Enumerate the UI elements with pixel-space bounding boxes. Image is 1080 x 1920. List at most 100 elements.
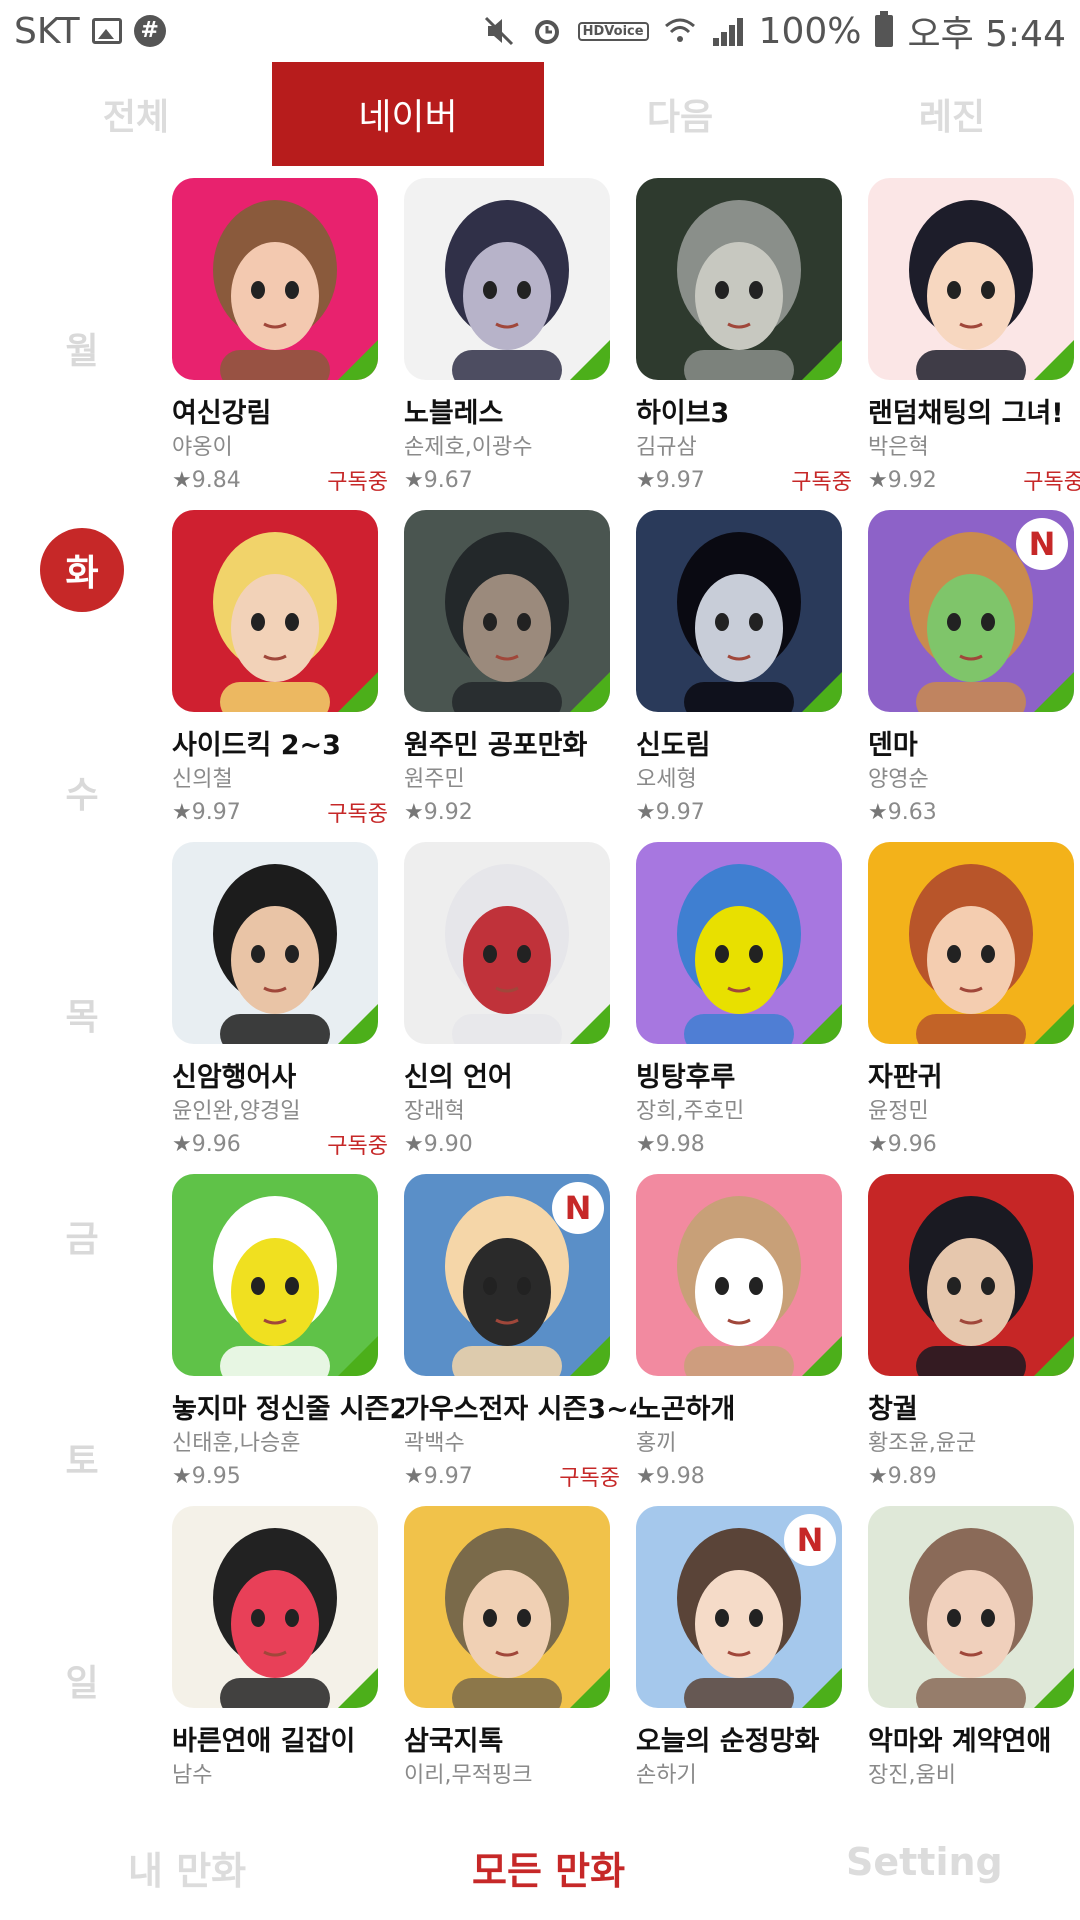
comic-title: 랜덤채팅의 그녀! <box>868 398 1064 429</box>
rating: ★9.95 <box>172 1464 241 1489</box>
comic-meta: ★9.96 구독중 <box>172 1128 388 1160</box>
tab-naver[interactable]: 네이버 <box>272 62 544 166</box>
comic-card[interactable]: 하이브3 김규삼 ★9.97 구독중 <box>636 178 852 496</box>
comic-card[interactable]: 빙탕후루 장희,주호민 ★9.98 <box>636 842 846 1160</box>
comic-thumbnail[interactable]: N <box>868 510 1074 712</box>
comic-card[interactable]: 놓지마 정신줄 시즌2 신태훈,나승훈 ★9.95 <box>172 1174 404 1492</box>
rating-value: 9.84 <box>191 467 241 493</box>
comic-meta: ★9.92 <box>404 796 620 828</box>
day-monday[interactable]: 월 <box>40 306 124 390</box>
comic-card[interactable]: N 덴마 양영순 ★9.63 <box>868 510 1078 828</box>
hd-label: HD <box>582 23 605 39</box>
alarm-icon <box>530 14 564 48</box>
comic-card[interactable]: 삼국지톡 이리,무적핑크 <box>404 1506 614 1792</box>
comic-thumbnail[interactable]: N <box>636 1506 842 1708</box>
comic-thumbnail[interactable] <box>636 510 842 712</box>
comic-thumbnail[interactable] <box>868 1174 1074 1376</box>
voice-label: Voice <box>604 23 644 39</box>
nav-label: Setting <box>846 1840 1003 1884</box>
comic-thumbnail[interactable] <box>404 842 610 1044</box>
update-corner-icon <box>570 1004 610 1044</box>
tab-all[interactable]: 전체 <box>0 62 272 166</box>
clock: 오후 5:44 <box>907 14 1066 55</box>
comic-title: 노곤하개 <box>636 1394 736 1425</box>
subscribed-label: 구독중 <box>559 1466 620 1491</box>
comic-meta: ★9.92 구독중 <box>868 464 1080 496</box>
comic-card[interactable]: 원주민 공포만화 원주민 ★9.92 <box>404 510 614 828</box>
update-corner-icon <box>1034 340 1074 380</box>
nav-setting[interactable]: Setting <box>846 1840 1003 1884</box>
day-label: 수 <box>65 775 99 816</box>
comic-card[interactable]: 바른연애 길잡이 남수 <box>172 1506 382 1792</box>
comic-thumbnail[interactable] <box>404 178 610 380</box>
update-corner-icon <box>570 1668 610 1708</box>
comic-card[interactable]: 노곤하개 홍끼 ★9.98 <box>636 1174 846 1492</box>
tab-lezhin[interactable]: 레진 <box>816 62 1080 166</box>
rating-value: 9.97 <box>655 467 705 493</box>
rating: ★9.97 <box>636 468 705 493</box>
comic-author: 원주민 <box>404 767 465 792</box>
update-corner-icon <box>570 672 610 712</box>
comic-card[interactable]: 자판귀 윤정민 ★9.96 <box>868 842 1078 1160</box>
day-tuesday[interactable]: 화 <box>40 528 124 612</box>
comic-card[interactable]: 신도림 오세형 ★9.97 <box>636 510 846 828</box>
comic-title: 오늘의 순정망화 <box>636 1726 820 1757</box>
day-wednesday[interactable]: 수 <box>40 750 124 834</box>
rating-value: 9.98 <box>655 1131 705 1157</box>
comic-meta: ★9.89 <box>868 1460 1080 1492</box>
nav-my-comics[interactable]: 내 만화 <box>128 1840 246 1895</box>
comic-card[interactable]: N 가우스전자 시즌3~4 곽백수 ★9.97 구독중 <box>404 1174 636 1492</box>
comic-meta: ★9.97 구독중 <box>636 464 852 496</box>
comic-thumbnail[interactable] <box>172 1506 378 1708</box>
comic-card[interactable]: 신의 언어 장래혁 ★9.90 <box>404 842 614 1160</box>
rating: ★9.98 <box>636 1132 705 1157</box>
star-icon: ★ <box>404 1131 424 1157</box>
comic-title: 여신강림 <box>172 398 272 429</box>
star-icon: ★ <box>868 799 888 825</box>
day-sunday[interactable]: 일 <box>40 1638 124 1722</box>
rating-value: 9.97 <box>191 799 241 825</box>
comic-title: 덴마 <box>868 730 918 761</box>
comic-thumbnail[interactable] <box>636 842 842 1044</box>
comic-meta: ★9.95 <box>172 1460 388 1492</box>
star-icon: ★ <box>636 1131 656 1157</box>
comic-thumbnail[interactable] <box>172 178 378 380</box>
day-label: 월 <box>65 331 99 372</box>
comic-card[interactable]: 신암행어사 윤인완,양경일 ★9.96 구독중 <box>172 842 388 1160</box>
comic-thumbnail[interactable] <box>868 842 1074 1044</box>
comic-thumbnail[interactable] <box>636 1174 842 1376</box>
comic-card[interactable]: N 오늘의 순정망화 손하기 <box>636 1506 846 1792</box>
comic-thumbnail[interactable] <box>636 178 842 380</box>
comic-card[interactable]: 악마와 계약연애 장진,움비 <box>868 1506 1078 1792</box>
tab-daum[interactable]: 다음 <box>544 62 816 166</box>
comic-thumbnail[interactable] <box>404 1506 610 1708</box>
comic-card[interactable]: 여신강림 야옹이 ★9.84 구독중 <box>172 178 388 496</box>
update-corner-icon <box>1034 672 1074 712</box>
comic-thumbnail[interactable] <box>868 1506 1074 1708</box>
carrier-label: SKT <box>14 10 80 52</box>
update-corner-icon <box>338 672 378 712</box>
day-friday[interactable]: 금 <box>40 1194 124 1278</box>
comic-author: 김규삼 <box>636 435 697 460</box>
rating-value: 9.63 <box>887 799 937 825</box>
comic-card[interactable]: 창궐 황조윤,윤군 ★9.89 <box>868 1174 1078 1492</box>
comic-thumbnail[interactable] <box>404 510 610 712</box>
comic-thumbnail[interactable] <box>172 1174 378 1376</box>
wifi-icon <box>663 14 697 48</box>
comic-author: 윤정민 <box>868 1099 929 1124</box>
day-saturday[interactable]: 토 <box>40 1416 124 1500</box>
comic-thumbnail[interactable] <box>172 510 378 712</box>
comic-card[interactable]: 랜덤채팅의 그녀! 박은혁 ★9.92 구독중 <box>868 178 1080 496</box>
comic-thumbnail[interactable] <box>172 842 378 1044</box>
nav-all-comics[interactable]: 모든 만화 <box>472 1840 625 1895</box>
hd-voice-icon: HD Voice <box>577 21 649 41</box>
day-label: 토 <box>65 1441 99 1482</box>
day-thursday[interactable]: 목 <box>40 972 124 1056</box>
comic-thumbnail[interactable]: N <box>404 1174 610 1376</box>
star-icon: ★ <box>868 1463 888 1489</box>
star-icon: ★ <box>172 467 192 493</box>
comic-thumbnail[interactable] <box>868 178 1074 380</box>
comic-card[interactable]: 노블레스 손제호,이광수 ★9.67 <box>404 178 614 496</box>
comic-card[interactable]: 사이드킥 2~3 신의철 ★9.97 구독중 <box>172 510 388 828</box>
update-corner-icon <box>802 340 842 380</box>
